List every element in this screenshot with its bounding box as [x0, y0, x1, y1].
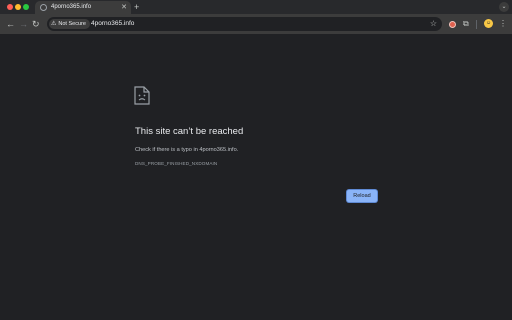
profile-avatar[interactable]: ☺	[484, 19, 493, 28]
reload-icon[interactable]: ↻	[32, 18, 40, 30]
tab-strip: 4porno365.info ✕ + ⌄	[0, 0, 512, 14]
tab-search-button[interactable]: ⌄	[499, 2, 509, 12]
window-minimize-button[interactable]	[15, 4, 21, 10]
url-text[interactable]: 4porno365.info	[91, 19, 134, 29]
tab-close-icon[interactable]: ✕	[121, 3, 127, 12]
sad-document-icon	[134, 86, 150, 105]
address-bar[interactable]: ⚠ Not Secure 4porno365.info ☆	[47, 17, 442, 31]
tab-title: 4porno365.info	[51, 4, 92, 10]
error-description: Check if there is a typo in 4porno365.in…	[135, 147, 239, 153]
error-title: This site can’t be reached	[135, 126, 244, 137]
browser-toolbar: ← → ↻ ⚠ Not Secure 4porno365.info ☆ ⧉ ☺ …	[0, 14, 512, 35]
tab-active[interactable]: 4porno365.info ✕	[35, 1, 131, 14]
back-button[interactable]: ←	[6, 18, 15, 30]
globe-icon	[40, 4, 47, 11]
new-tab-button[interactable]: +	[134, 1, 139, 13]
warning-icon: ⚠	[51, 21, 57, 27]
security-chip[interactable]: ⚠ Not Secure	[49, 19, 90, 29]
toolbar-divider	[476, 20, 477, 29]
extensions-puzzle-icon[interactable]: ⧉	[463, 18, 469, 30]
menu-icon[interactable]: ⋮	[499, 18, 507, 30]
reload-button[interactable]: Reload	[347, 190, 377, 202]
error-code: DNS_PROBE_FINISHED_NXDOMAIN	[135, 161, 218, 166]
forward-button[interactable]: →	[19, 18, 28, 30]
bookmark-star-icon[interactable]: ☆	[430, 18, 437, 30]
security-label: Not Secure	[58, 21, 86, 27]
extension-icon[interactable]	[449, 21, 456, 28]
window-maximize-button[interactable]	[23, 4, 29, 10]
window-close-button[interactable]	[7, 4, 13, 10]
